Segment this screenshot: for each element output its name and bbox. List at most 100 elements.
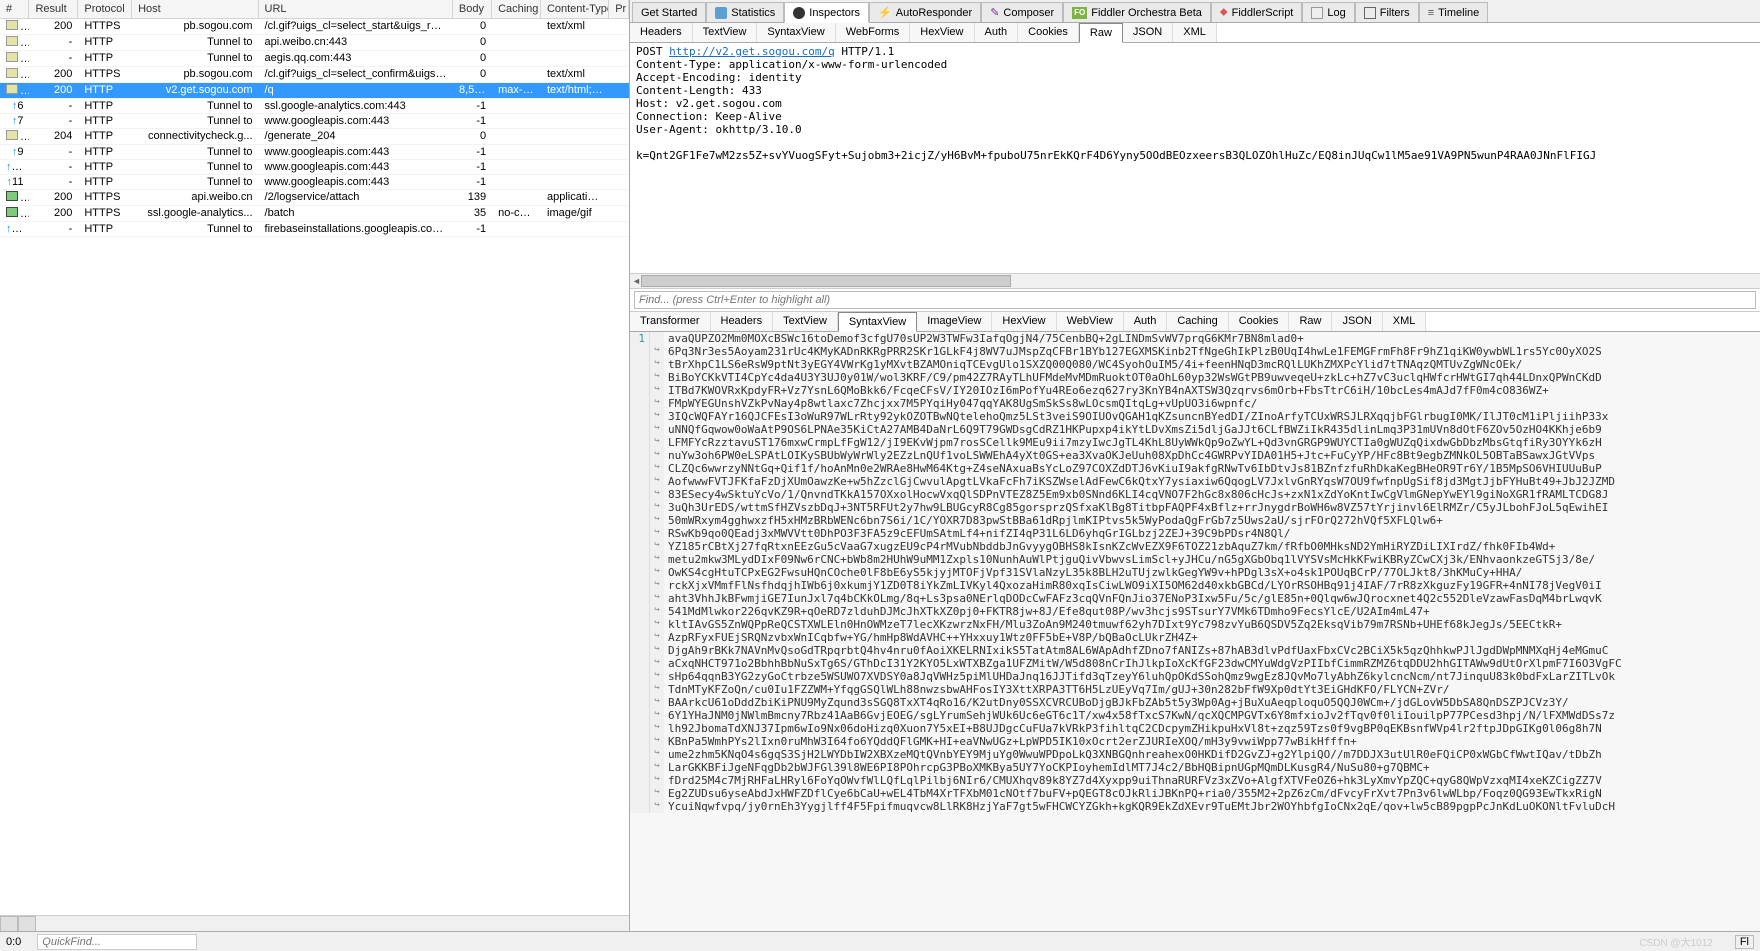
response-tab-transformer[interactable]: Transformer <box>630 312 711 331</box>
fo-icon: FO <box>1072 7 1087 19</box>
document-icon <box>6 68 18 78</box>
response-tab-caching[interactable]: Caching <box>1167 312 1228 331</box>
table-row[interactable]: ↑14-HTTPTunnel tofirebaseinstallations.g… <box>0 222 629 237</box>
sessions-horizontal-scrollbar[interactable] <box>0 915 629 931</box>
tab-autoresponder[interactable]: ⚡AutoResponder <box>869 2 981 22</box>
wrap-icon <box>650 332 664 345</box>
request-inspector-tabs: HeadersTextViewSyntaxViewWebFormsHexView… <box>630 23 1760 43</box>
code-line: ↪fDrd25M4c7MjRHFaLHRyl6FoYqOWvfWlLQfLqlP… <box>630 774 1760 787</box>
sessions-table[interactable]: # Result Protocol Host URL Body Caching … <box>0 0 629 915</box>
response-tab-syntaxview[interactable]: SyntaxView <box>838 312 917 332</box>
response-tab-hexview[interactable]: HexView <box>992 312 1056 331</box>
response-tab-auth[interactable]: Auth <box>1124 312 1168 331</box>
request-tab-hexview[interactable]: HexView <box>910 23 974 42</box>
request-tab-textview[interactable]: TextView <box>693 23 758 42</box>
wrap-icon: ↪ <box>650 436 664 449</box>
table-row[interactable]: 4200HTTPSpb.sogou.com/cl.gif?uigs_cl=sel… <box>0 67 629 83</box>
document-icon <box>6 130 18 140</box>
response-tab-textview[interactable]: TextView <box>773 312 838 331</box>
response-tab-headers[interactable]: Headers <box>711 312 774 331</box>
wrap-icon: ↪ <box>650 540 664 553</box>
code-line: ↪metu2mkw3MLydDIxF09Nw6rCNC+bWb8m2HUhW9u… <box>630 553 1760 566</box>
col-content-type[interactable]: Content-Type <box>541 0 609 18</box>
request-tab-webforms[interactable]: WebForms <box>836 23 911 42</box>
tab-label: Filters <box>1380 7 1410 19</box>
wrap-icon: ↪ <box>650 644 664 657</box>
arrow-up-icon: ↑ <box>12 115 18 127</box>
table-row[interactable]: 2-HTTPTunnel toapi.weibo.cn:4430 <box>0 35 629 51</box>
tab-log[interactable]: Log <box>1302 2 1354 22</box>
tab-label: AutoResponder <box>896 7 972 19</box>
request-horizontal-scrollbar[interactable]: ◄ <box>630 273 1760 289</box>
code-line: ↪YcuiNqwfvpq/jy0rnEh3Yygjlff4F5Fpifmuqvc… <box>630 800 1760 813</box>
code-line: ↪sHp64qqnB3YG2zyGoCtrbze5WSUWO7XVDSY0a8J… <box>630 670 1760 683</box>
table-row[interactable]: 1200HTTPSpb.sogou.com/cl.gif?uigs_cl=sel… <box>0 19 629 35</box>
quickfind-input[interactable] <box>37 934 197 950</box>
request-tab-xml[interactable]: XML <box>1173 23 1217 42</box>
code-line: ↪aCxqNHCT971o2BbhhBbNuSxTg6S/GThDcI31Y2K… <box>630 657 1760 670</box>
col-number[interactable]: # <box>0 0 29 18</box>
wrap-icon: ↪ <box>650 358 664 371</box>
sessions-header[interactable]: # Result Protocol Host URL Body Caching … <box>0 0 629 19</box>
table-row[interactable]: 12200HTTPSapi.weibo.cn/2/logservice/atta… <box>0 190 629 206</box>
tab-get-started[interactable]: Get Started <box>632 2 706 22</box>
wrap-icon: ↪ <box>650 748 664 761</box>
request-tab-raw[interactable]: Raw <box>1079 23 1123 43</box>
response-syntax-view[interactable]: 1avaQUPZO2Mm0MOXcBSWc16toDemof3cfgU70sUP… <box>630 332 1760 931</box>
wrap-icon: ↪ <box>650 501 664 514</box>
tab-inspectors[interactable]: Inspectors <box>784 2 869 23</box>
code-line: ↪FMpWYEGUnshVZkPvNay4p8wtlaxc7Zhcjxx7M5P… <box>630 397 1760 410</box>
code-line: ↪ume2zhm5KNqO4s6gqS3SjH2LWYDbIW2XBXzeMQt… <box>630 748 1760 761</box>
table-row[interactable]: 3-HTTPTunnel toaegis.qq.com:4430 <box>0 51 629 67</box>
response-tab-cookies[interactable]: Cookies <box>1229 312 1290 331</box>
table-row[interactable]: ↑10-HTTPTunnel towww.googleapis.com:443-… <box>0 160 629 175</box>
request-tab-json[interactable]: JSON <box>1123 23 1173 42</box>
col-caching[interactable]: Caching <box>492 0 541 18</box>
table-row[interactable]: ↑11-HTTPTunnel towww.googleapis.com:443-… <box>0 175 629 190</box>
find-input[interactable] <box>634 291 1756 309</box>
wrap-icon: ↪ <box>650 423 664 436</box>
response-tab-raw[interactable]: Raw <box>1289 312 1332 331</box>
tab-fiddlerscript[interactable]: ⬥FiddlerScript <box>1211 2 1302 22</box>
tab-statistics[interactable]: Statistics <box>706 2 784 22</box>
table-row[interactable]: ↑9-HTTPTunnel towww.googleapis.com:443-1 <box>0 145 629 160</box>
response-tab-xml[interactable]: XML <box>1383 312 1427 331</box>
code-line: ↪LFMFYcRzztavuST176mxwCrmpLfFgW12/jI9EKv… <box>630 436 1760 449</box>
request-tab-auth[interactable]: Auth <box>975 23 1019 42</box>
col-protocol[interactable]: Protocol <box>78 0 132 18</box>
code-line: ↪rckXjxVMmfFlNsfhdqjhIWb6j0xkumjY1ZD0T8i… <box>630 579 1760 592</box>
wrap-icon: ↪ <box>650 761 664 774</box>
request-tab-headers[interactable]: Headers <box>630 23 693 42</box>
col-host[interactable]: Host <box>132 0 258 18</box>
tab-timeline[interactable]: ≡ Timeline <box>1419 2 1489 22</box>
document-icon <box>6 84 18 94</box>
response-tab-imageview[interactable]: ImageView <box>917 312 992 331</box>
request-tab-syntaxview[interactable]: SyntaxView <box>757 23 835 42</box>
request-tab-cookies[interactable]: Cookies <box>1018 23 1079 42</box>
request-raw-view[interactable]: POST http://v2.get.sogou.com/q HTTP/1.1 … <box>630 43 1760 273</box>
wrap-icon: ↪ <box>650 345 664 358</box>
table-row[interactable]: 13200HTTPSssl.google-analytics.../batch3… <box>0 206 629 222</box>
table-row[interactable]: ↑7-HTTPTunnel towww.googleapis.com:443-1 <box>0 114 629 129</box>
tab-fiddler-orchestra-beta[interactable]: FOFiddler Orchestra Beta <box>1063 2 1211 22</box>
table-row[interactable]: 8204HTTPconnectivitycheck.g.../generate_… <box>0 129 629 145</box>
tab-composer[interactable]: ✎Composer <box>981 2 1063 22</box>
tab-filters[interactable]: Filters <box>1355 2 1419 22</box>
table-row[interactable]: 5200HTTPv2.get.sogou.com/q8,525max-ag...… <box>0 83 629 99</box>
timeline-icon: ≡ <box>1428 7 1434 19</box>
wrap-icon: ↪ <box>650 397 664 410</box>
table-row[interactable]: ↑6-HTTPTunnel tossl.google-analytics.com… <box>0 99 629 114</box>
flag-button[interactable]: Fl <box>1735 935 1754 949</box>
col-process[interactable]: Pr <box>609 0 629 18</box>
response-tab-webview[interactable]: WebView <box>1057 312 1124 331</box>
response-tab-json[interactable]: JSON <box>1332 312 1382 331</box>
document-icon <box>6 52 18 62</box>
tab-label: Timeline <box>1438 7 1479 19</box>
wrap-icon: ↪ <box>650 579 664 592</box>
col-url[interactable]: URL <box>259 0 453 18</box>
code-line: ↪BAArkcU61oDddZbiKiPNU9MyZqund3sSGQ8TxXT… <box>630 696 1760 709</box>
col-result[interactable]: Result <box>29 0 78 18</box>
request-url-link[interactable]: http://v2.get.sogou.com/q <box>669 45 835 58</box>
col-body[interactable]: Body <box>453 0 492 18</box>
wrap-icon: ↪ <box>650 735 664 748</box>
